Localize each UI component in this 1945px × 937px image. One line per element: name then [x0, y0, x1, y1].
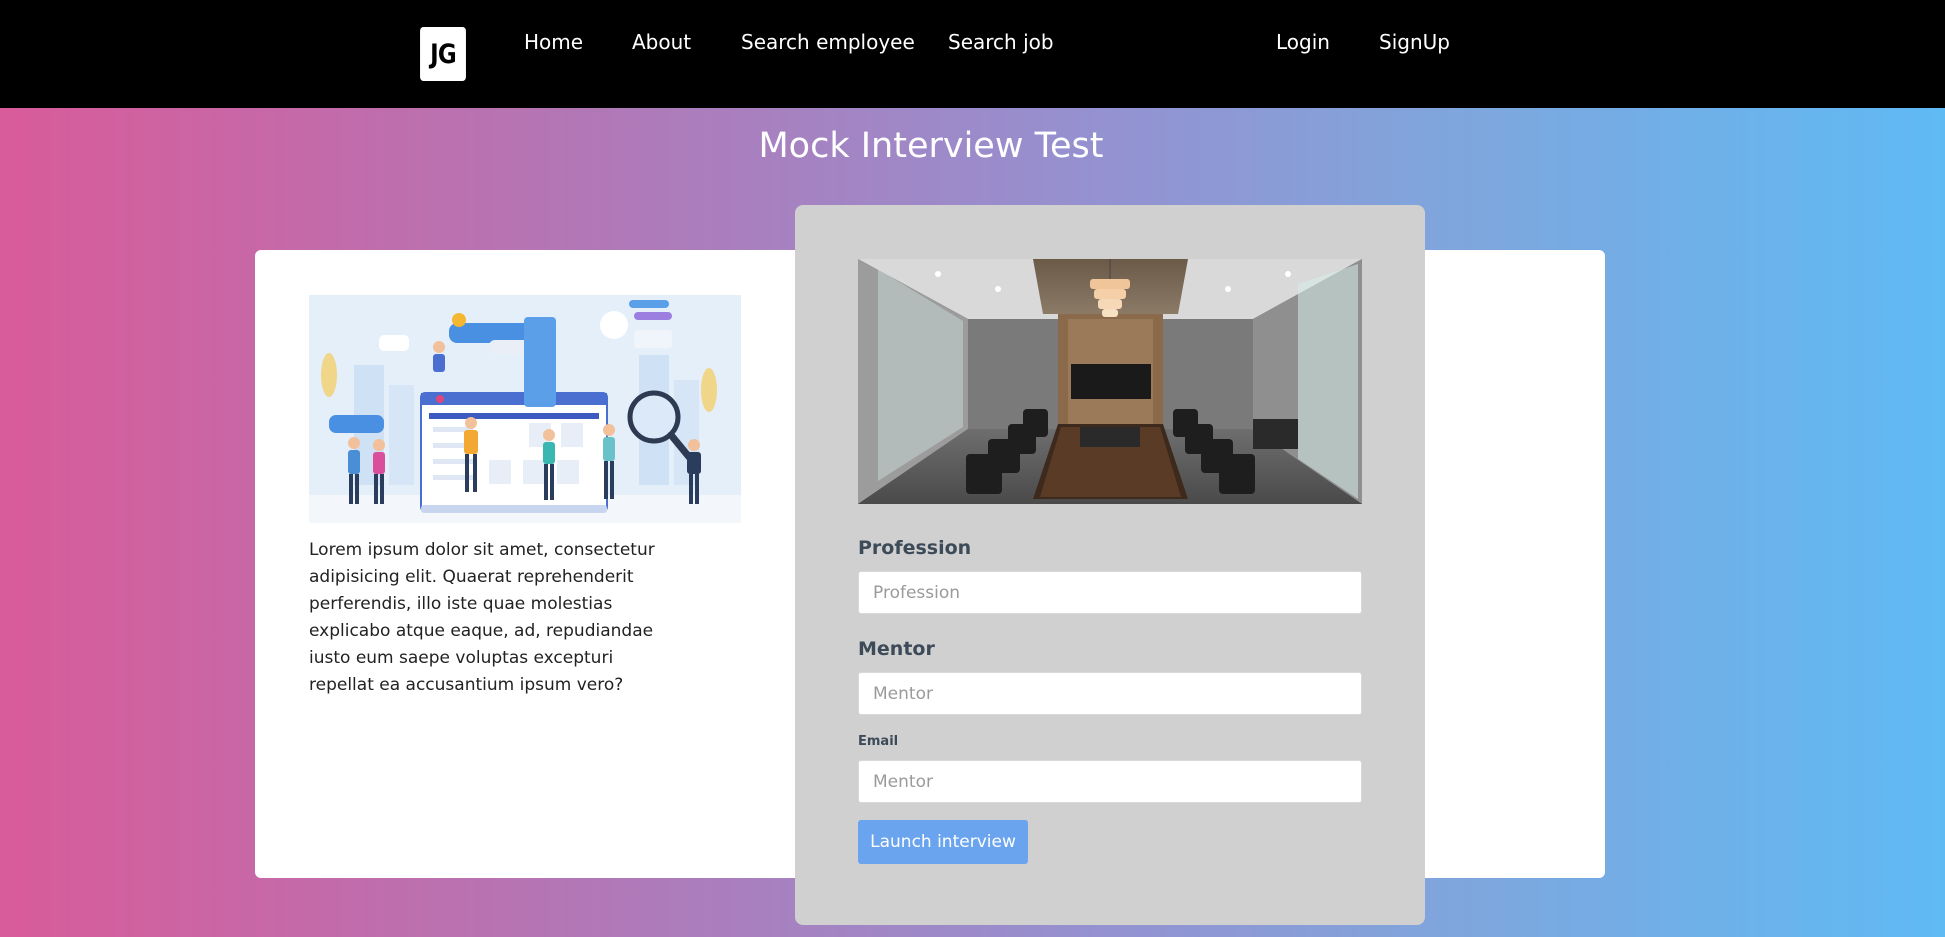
nav-link-search-job[interactable]: Search job — [948, 30, 1054, 54]
mentor-label: Mentor — [858, 638, 935, 660]
page-title: Mock Interview Test — [758, 126, 1104, 166]
email-input[interactable] — [858, 760, 1362, 803]
signup-link[interactable]: SignUp — [1379, 30, 1450, 54]
intro-text: Lorem ipsum dolor sit amet, consectetur … — [309, 540, 655, 695]
nav-link-search-employee[interactable]: Search employee — [741, 30, 915, 54]
conference-room-photo — [858, 259, 1362, 504]
profession-label: Profession — [858, 537, 972, 559]
jg-logo[interactable]: JG — [420, 27, 466, 81]
mentor-input[interactable] — [858, 672, 1362, 715]
team-recruitment-illustration — [309, 295, 741, 523]
launch-interview-button[interactable]: Launch interview — [858, 820, 1028, 864]
profession-input[interactable] — [858, 571, 1362, 614]
navbar: JG Home About Search employee Search job… — [0, 0, 1945, 108]
nav-link-home[interactable]: Home — [524, 30, 583, 54]
nav-link-about[interactable]: About — [632, 30, 691, 54]
email-label: Email — [858, 734, 899, 749]
login-link[interactable]: Login — [1276, 30, 1330, 54]
